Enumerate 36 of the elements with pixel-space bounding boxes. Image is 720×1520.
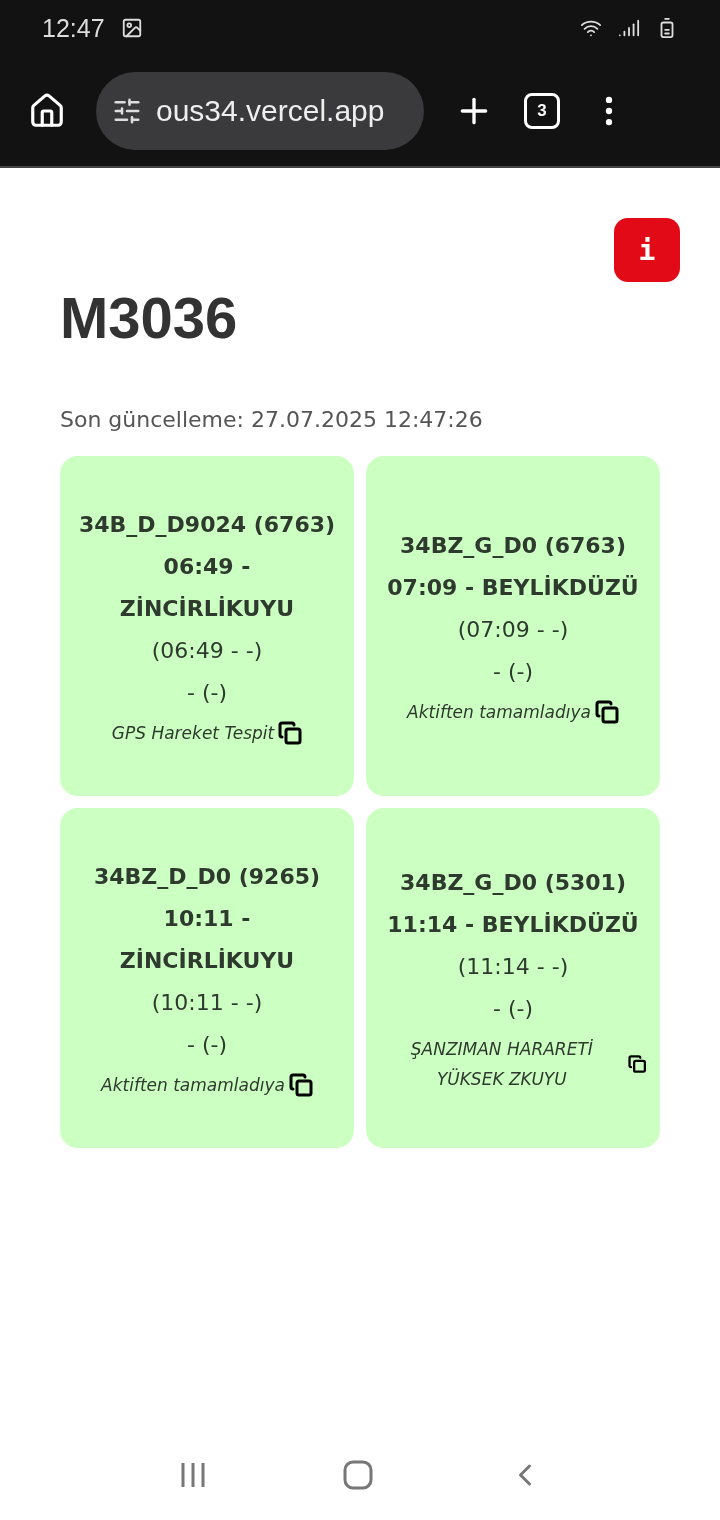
- trip-heading: 34BZ_G_D0 (5301): [400, 869, 626, 897]
- image-icon: [120, 17, 143, 39]
- copy-icon[interactable]: [288, 1073, 313, 1097]
- copy-icon[interactable]: [278, 721, 303, 745]
- trip-times: (06:49 - -): [151, 637, 263, 665]
- tab-count-button[interactable]: 3: [524, 93, 560, 129]
- trip-detail: - (-): [492, 658, 533, 686]
- trip-times: (11:14 - -): [457, 953, 569, 981]
- trip-heading: 07:09 - BEYLİKDÜZÜ: [387, 574, 639, 602]
- trip-note: ŞANZIMAN HARARETİ YÜKSEK ZKUYU: [409, 1038, 594, 1091]
- trip-times: (07:09 - -): [457, 616, 569, 644]
- trip-heading: 34BZ_G_D0 (6763): [400, 532, 626, 560]
- page-title: M3036: [60, 284, 239, 351]
- trip-detail: - (-): [186, 679, 227, 707]
- url-text: ous34.vercel.app: [156, 94, 385, 128]
- trip-note: GPS Hareket Tespit: [111, 722, 275, 745]
- trip-heading: 11:14 - BEYLİKDÜZÜ: [387, 911, 639, 939]
- address-bar[interactable]: ous34.vercel.app: [96, 72, 424, 150]
- status-time: 12:47: [42, 13, 105, 43]
- home-nav-icon[interactable]: [342, 1459, 374, 1491]
- trip-heading: 34B_D_D9024 (6763): [78, 511, 336, 539]
- trip-detail: - (-): [186, 1031, 227, 1059]
- site-settings-icon[interactable]: [112, 96, 142, 126]
- trip-times: (10:11 - -): [151, 989, 263, 1017]
- trip-note: Aktiften tamamladıya: [407, 701, 591, 724]
- trip-heading: 06:49 - ZİNCİRLİKUYU: [118, 553, 296, 623]
- trip-heading: 34BZ_D_D0 (9265): [93, 863, 321, 891]
- trip-detail: - (-): [492, 995, 533, 1023]
- trip-note: Aktiften tamamladıya: [101, 1074, 285, 1097]
- last-updated-text: Son güncelleme: 27.07.2025 12:47:26: [60, 407, 484, 432]
- copy-icon[interactable]: [627, 1052, 646, 1076]
- info-button[interactable]: i: [614, 218, 680, 282]
- signal-icon: [618, 17, 640, 39]
- home-icon[interactable]: [28, 92, 66, 130]
- copy-icon[interactable]: [594, 700, 619, 724]
- trip-heading: 10:11 - ZİNCİRLİKUYU: [118, 905, 296, 975]
